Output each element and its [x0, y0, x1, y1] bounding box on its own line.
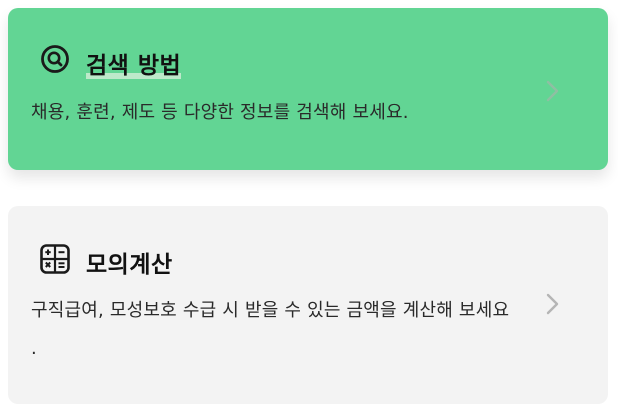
search-icon: [40, 44, 70, 78]
search-method-title: 검색 방법: [86, 53, 182, 79]
mock-calculation-description-line1: 구직급여, 모성보호 수급 시 받을 수 있는 금액을 계산해 보세요: [31, 300, 510, 321]
search-method-description: 채용, 훈련, 제도 등 다양한 정보를 검색해 보세요.: [31, 102, 409, 123]
chevron-right-icon: [543, 292, 561, 316]
chevron-right-icon: [543, 79, 561, 103]
mock-calculation-description-line2: .: [31, 338, 37, 359]
search-method-card[interactable]: [8, 8, 608, 170]
mock-calculation-title: 모의계산: [86, 252, 173, 278]
mock-calculation-description: 구직급여, 모성보호 수급 시 받을 수 있는 금액을 계산해 보세요 .: [31, 292, 509, 368]
calculator-icon: [40, 244, 70, 278]
